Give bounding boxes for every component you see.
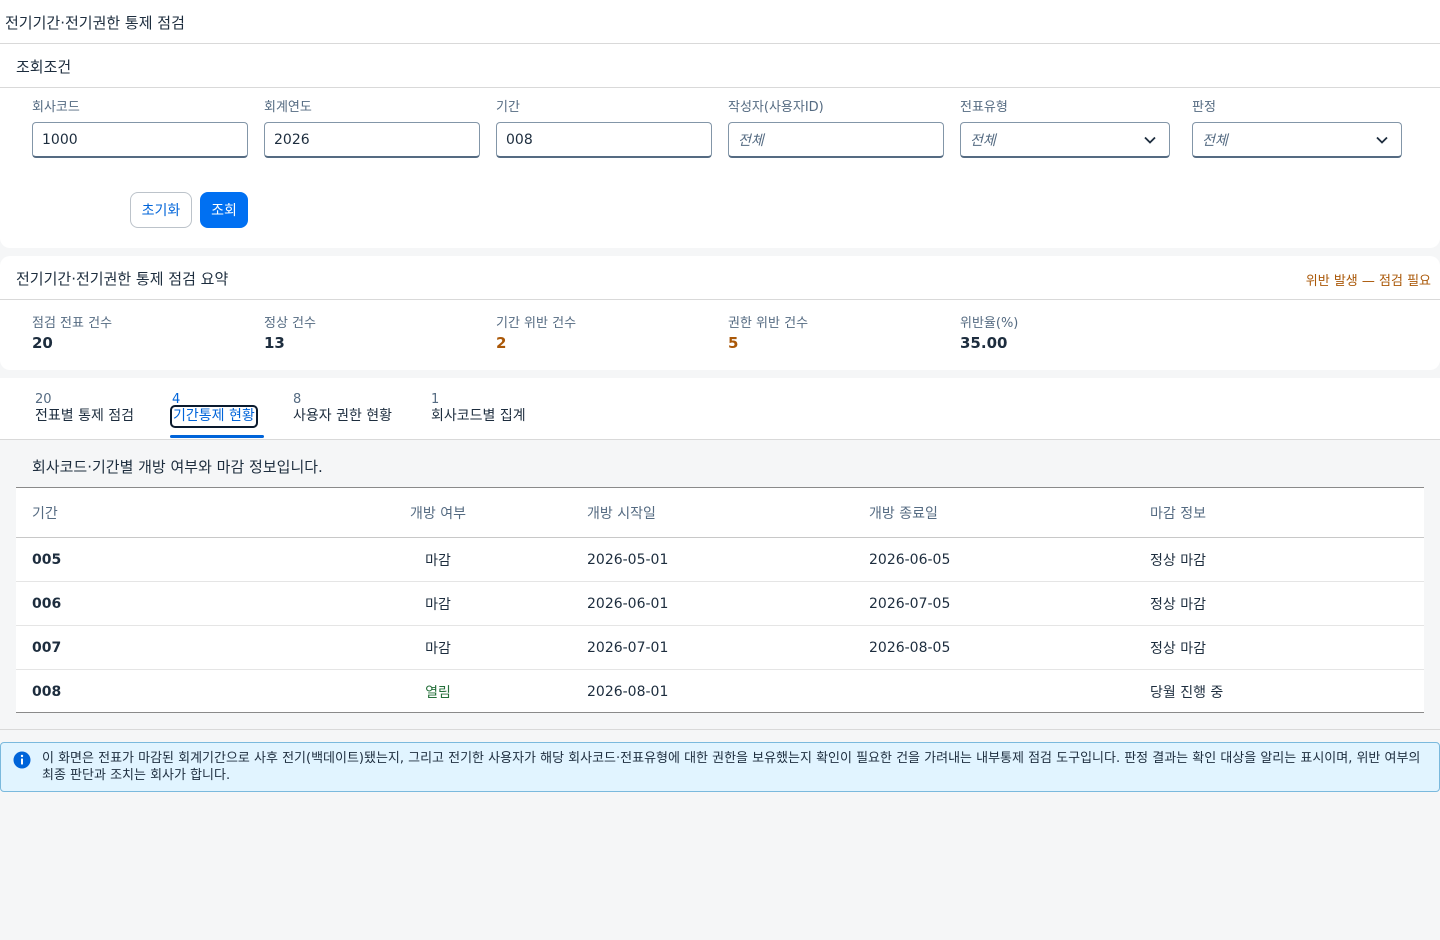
column-header[interactable]: 개방 여부 — [410, 503, 466, 523]
kpi-checked-label: 점검 전표 건수 — [32, 316, 113, 331]
close-info-cell: 정상 마감 — [1150, 552, 1206, 569]
doc-type-value: 전체 — [970, 132, 996, 149]
status-badge: 위반 발생 — 점검 필요 — [1305, 274, 1431, 289]
period-cell: 008 — [32, 684, 62, 700]
open-status-cell: 열림 — [425, 685, 451, 701]
kpi-auth-violation-label: 권한 위반 건수 — [728, 316, 809, 331]
tab-count: 8 — [293, 392, 302, 407]
info-message-text: 이 화면은 전표가 마감된 회계기간으로 사후 전기(백데이트)됐는지, 그리고… — [42, 751, 1421, 783]
close-info-cell: 정상 마감 — [1150, 640, 1206, 657]
verdict-label: 판정 — [1192, 100, 1216, 115]
tab-label: 회사코드별 집계 — [431, 408, 526, 424]
tab-count: 4 — [172, 392, 181, 407]
kpi-violation-rate-label: 위반율(%) — [960, 316, 1019, 331]
chevron-down-icon — [1144, 136, 1156, 144]
author-label: 작성자(사용자ID) — [728, 100, 824, 115]
tab-label: 전표별 통제 점검 — [35, 408, 135, 424]
page-header: 전기기간·전기권한 통제 점검 — [0, 0, 1440, 44]
period-cell: 006 — [32, 595, 62, 612]
end-date-cell: 2026-08-05 — [869, 639, 951, 656]
divider — [0, 299, 1440, 300]
search-button[interactable]: 조회 — [200, 192, 248, 228]
filter-panel-title: 조회조건 — [16, 58, 72, 76]
verdict-select[interactable]: 전체 — [1192, 122, 1402, 158]
kpi-auth-violation-value: 5 — [728, 334, 739, 352]
divider — [0, 87, 1440, 88]
period-cell: 005 — [32, 551, 62, 568]
kpi-checked-value: 20 — [32, 334, 53, 352]
fiscal-year-label: 회계연도 — [264, 100, 312, 115]
tab-count: 20 — [35, 392, 52, 407]
summary-title: 전기기간·전기권한 통제 점검 요약 — [16, 270, 229, 288]
tab-doc-control[interactable]: 20 전표별 통제 점검 — [35, 392, 134, 426]
info-message-strip: 이 화면은 전표가 마감된 회계기간으로 사후 전기(백데이트)됐는지, 그리고… — [0, 742, 1440, 792]
chevron-down-icon — [1376, 136, 1388, 144]
close-info-cell: 당월 진행 중 — [1150, 685, 1224, 701]
period-label: 기간 — [496, 100, 520, 115]
summary-panel: 전기기간·전기권한 통제 점검 요약 위반 발생 — 점검 필요 점검 전표 건… — [0, 256, 1440, 370]
table-row[interactable]: 005 마감 2026-05-01 2026-06-05 정상 마감 — [16, 538, 1424, 582]
start-date-cell: 2026-07-01 — [587, 639, 669, 656]
period-cell: 007 — [32, 639, 62, 656]
close-info-cell: 정상 마감 — [1150, 596, 1206, 613]
open-status-cell: 마감 — [425, 596, 451, 613]
tab-label: 기간통제 현황 — [170, 405, 258, 428]
company-code-label: 회사코드 — [32, 100, 80, 115]
tab-label: 사용자 권한 현황 — [293, 408, 393, 424]
end-date-cell: 2026-07-05 — [869, 595, 951, 612]
verdict-value: 전체 — [1202, 132, 1228, 149]
tab-bar: 20 전표별 통제 점검 4 기간통제 현황 8 사용자 권한 현황 1 회사코… — [0, 378, 1440, 440]
table-description: 회사코드·기간별 개방 여부와 마감 정보입니다. — [32, 458, 323, 476]
doc-type-select[interactable]: 전체 — [960, 122, 1170, 158]
table-row[interactable]: 007 마감 2026-07-01 2026-08-05 정상 마감 — [16, 626, 1424, 670]
page-title: 전기기간·전기권한 통제 점검 — [5, 14, 185, 32]
table-row[interactable]: 006 마감 2026-06-01 2026-07-05 정상 마감 — [16, 582, 1424, 626]
divider — [0, 729, 1440, 730]
tab-user-auth[interactable]: 8 사용자 권한 현황 — [293, 392, 392, 426]
reset-button[interactable]: 초기화 — [130, 192, 192, 228]
kpi-normal-label: 정상 건수 — [264, 316, 316, 331]
filter-panel: 조회조건 회사코드 1000 회계연도 2026 기간 008 작성자(사용자I… — [0, 44, 1440, 248]
kpi-violation-rate-value: 35.00 — [960, 334, 1008, 352]
end-date-cell: 2026-06-05 — [869, 551, 951, 568]
kpi-period-violation-label: 기간 위반 건수 — [496, 316, 577, 331]
kpi-period-violation-value: 2 — [496, 334, 507, 352]
column-header[interactable]: 개방 종료일 — [869, 503, 938, 523]
start-date-cell: 2026-05-01 — [587, 551, 669, 568]
table-row[interactable]: 008 열림 2026-08-01 당월 진행 중 — [16, 670, 1424, 714]
column-header[interactable]: 개방 시작일 — [587, 503, 656, 523]
active-tab-indicator — [170, 435, 264, 438]
doc-type-label: 전표유형 — [960, 100, 1008, 115]
tab-company-summary[interactable]: 1 회사코드별 집계 — [431, 392, 526, 426]
period-table: 기간 개방 여부 개방 시작일 개방 종료일 마감 정보 005 마감 2026… — [16, 487, 1424, 713]
author-input[interactable]: 전체 — [728, 122, 944, 158]
start-date-cell: 2026-06-01 — [587, 595, 669, 612]
tab-count: 1 — [431, 392, 440, 407]
tab-period-control[interactable]: 4 기간통제 현황 — [170, 392, 258, 428]
info-icon — [13, 751, 31, 769]
column-header[interactable]: 기간 — [32, 503, 58, 523]
open-status-cell: 마감 — [425, 640, 451, 657]
open-status-cell: 마감 — [425, 552, 451, 569]
kpi-normal-value: 13 — [264, 334, 285, 352]
period-input[interactable]: 008 — [496, 122, 712, 158]
company-code-input[interactable]: 1000 — [32, 122, 248, 158]
start-date-cell: 2026-08-01 — [587, 684, 669, 700]
column-header[interactable]: 마감 정보 — [1150, 503, 1206, 523]
fiscal-year-input[interactable]: 2026 — [264, 122, 480, 158]
table-header: 기간 개방 여부 개방 시작일 개방 종료일 마감 정보 — [16, 488, 1424, 538]
